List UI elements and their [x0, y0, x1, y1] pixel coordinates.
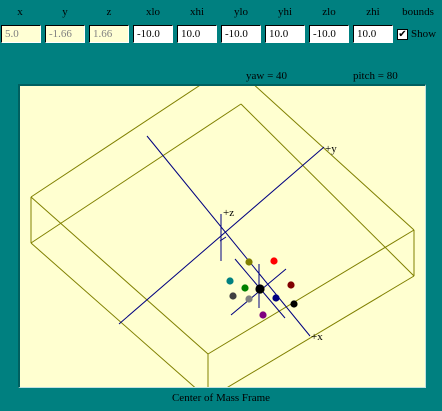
yhi-field[interactable] — [265, 25, 305, 43]
particle — [272, 294, 280, 302]
header-x: x — [17, 6, 23, 18]
header-xhi: xhi — [189, 6, 205, 18]
show-bounds-label: Show — [411, 28, 437, 40]
z-field[interactable] — [89, 25, 129, 43]
header-xlo: xlo — [145, 6, 161, 18]
x-field[interactable] — [1, 25, 41, 43]
header-bounds: bounds — [402, 6, 434, 18]
x-axis — [146, 135, 311, 337]
particle — [245, 295, 253, 303]
y-field[interactable] — [45, 25, 85, 43]
zhi-field[interactable] — [353, 25, 393, 43]
particle — [241, 284, 249, 292]
ylo-field[interactable] — [221, 25, 261, 43]
box-edge — [30, 103, 242, 244]
box-edge — [30, 196, 209, 355]
yaw-readout: yaw = 40 — [246, 70, 288, 82]
particle — [287, 281, 295, 289]
header-zhi: zhi — [366, 6, 380, 18]
header-ylo: ylo — [233, 6, 249, 18]
scene-svg: +x +y +z — [30, 86, 415, 387]
particle — [270, 257, 278, 265]
box-edge — [240, 103, 415, 277]
particle — [245, 258, 253, 266]
particle — [255, 284, 265, 294]
header-y: y — [62, 6, 68, 18]
box-edge — [30, 242, 196, 387]
y-axis-label: +y — [325, 143, 337, 155]
show-bounds-checkbox[interactable]: ✔ — [397, 29, 408, 40]
box-edge — [254, 86, 415, 231]
pitch-readout: pitch = 80 — [353, 70, 398, 82]
header-z: z — [106, 6, 112, 18]
xlo-field[interactable] — [133, 25, 173, 43]
zlo-field[interactable] — [309, 25, 349, 43]
particle — [259, 311, 267, 319]
frame-caption: Center of Mass Frame — [171, 392, 271, 404]
bounding-box — [30, 86, 415, 387]
simulation-canvas[interactable]: +x +y +z — [18, 84, 426, 388]
header-yhi: yhi — [277, 6, 293, 18]
particle — [226, 277, 234, 285]
particle — [290, 300, 298, 308]
xhi-field[interactable] — [177, 25, 217, 43]
particle — [229, 292, 237, 300]
header-zlo: zlo — [322, 6, 336, 18]
z-axis-label: +z — [223, 207, 234, 219]
x-axis-label: +x — [311, 331, 323, 343]
